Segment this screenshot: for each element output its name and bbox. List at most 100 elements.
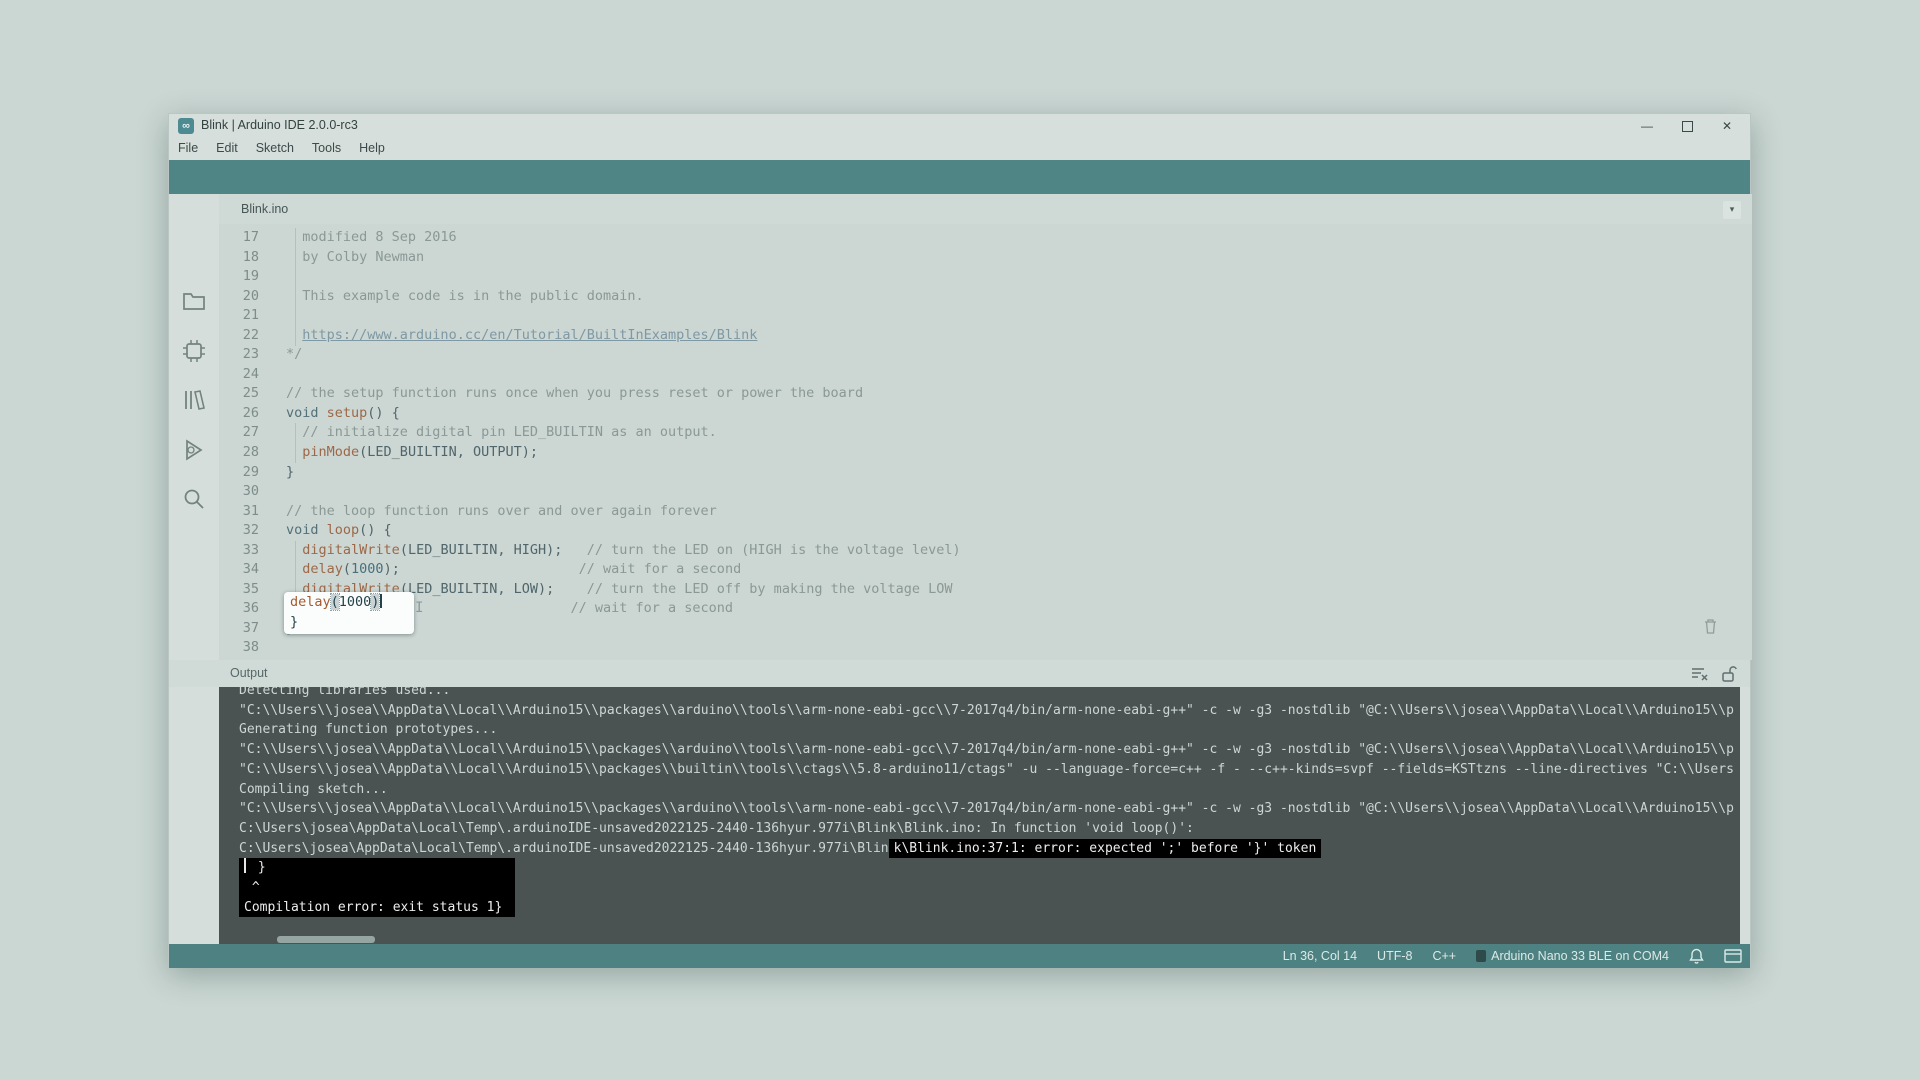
highlight-number: 1000 xyxy=(339,594,372,610)
title-bar: ∞ Blink | Arduino IDE 2.0.0-rc3 — ✕ xyxy=(169,114,1750,138)
console-line: Compilation error: exit status 1} xyxy=(239,898,1740,918)
line-number: 21 xyxy=(219,306,259,326)
code-line-37: 37} xyxy=(219,619,1752,639)
indent-guide xyxy=(295,228,296,346)
line-number: 38 xyxy=(219,638,259,658)
maximize-button[interactable] xyxy=(1667,114,1707,138)
line-number: 23 xyxy=(219,345,259,365)
code-line-21: 21 xyxy=(219,306,1752,326)
code-line-25: 25// the setup function runs once when y… xyxy=(219,384,1752,404)
line-number: 18 xyxy=(219,248,259,268)
indent-guide xyxy=(295,423,296,463)
code-line-30: 30 xyxy=(219,482,1752,502)
line-number: 17 xyxy=(219,228,259,248)
output-panel-title: Output xyxy=(230,666,268,680)
console-line: Detecting libraries used... xyxy=(239,687,1740,701)
line-number: 19 xyxy=(219,267,259,287)
line-number: 34 xyxy=(219,560,259,580)
code-line-22: 22 https://www.arduino.cc/en/Tutorial/Bu… xyxy=(219,326,1752,346)
bracket-match-close: ) xyxy=(371,594,379,610)
menu-item-tools[interactable]: Tools xyxy=(303,138,350,158)
cursor-position-status[interactable]: Ln 36, Col 14 xyxy=(1283,949,1357,963)
tab-blink-ino[interactable]: Blink.ino xyxy=(231,194,298,224)
menu-item-edit[interactable]: Edit xyxy=(207,138,247,158)
sidebar-item-debug[interactable] xyxy=(182,438,206,462)
clear-output-button[interactable] xyxy=(1691,665,1709,681)
debug-icon xyxy=(182,438,206,462)
code-line-35: 35 digitalWrite(LED_BUILTIN, LOW); // tu… xyxy=(219,580,1752,600)
line-number: 33 xyxy=(219,541,259,561)
code-line-17: 17 modified 8 Sep 2016 xyxy=(219,228,1752,248)
clear-output-icon xyxy=(1691,665,1709,681)
line-number: 29 xyxy=(219,463,259,483)
board-status[interactable]: Arduino Nano 33 BLE on COM4 xyxy=(1476,949,1669,963)
line-number: 22 xyxy=(219,326,259,346)
language-status[interactable]: C++ xyxy=(1432,949,1456,963)
mouse-ibeam-cursor: I xyxy=(415,600,423,616)
text-caret xyxy=(380,594,382,608)
code-line-31: 31// the loop function runs over and ove… xyxy=(219,502,1752,522)
code-line-34: 34 delay(1000); // wait for a second xyxy=(219,560,1752,580)
console-line: C:\Users\josea\AppData\Local\Temp\.ardui… xyxy=(239,839,1740,859)
maximize-icon xyxy=(1682,121,1693,132)
close-button[interactable]: ✕ xyxy=(1707,114,1747,138)
sidebar-item-sketchbook[interactable] xyxy=(182,289,206,313)
sidebar-item-boards-manager[interactable] xyxy=(182,339,206,363)
bell-icon xyxy=(1689,948,1704,964)
highlight-delay-call: delay xyxy=(290,594,331,610)
line-number: 30 xyxy=(219,482,259,502)
editor-tab-bar: Blink.ino xyxy=(219,194,1752,224)
line-number: 36 xyxy=(219,599,259,619)
code-line-19: 19 xyxy=(219,267,1752,287)
notifications-button[interactable] xyxy=(1689,948,1704,964)
console-line: C:\Users\josea\AppData\Local\Temp\.ardui… xyxy=(239,819,1740,839)
code-line-36: 36 delay(1000) // wait for a second xyxy=(219,599,1752,619)
tab-overflow-menu-button[interactable]: ▾ xyxy=(1723,201,1741,219)
console-line: "C:\\Users\\josea\\AppData\\Local\\Ardui… xyxy=(239,701,1740,721)
console-line: } xyxy=(239,858,1740,878)
horizontal-scrollbar-thumb[interactable] xyxy=(277,936,375,943)
library-manager-icon xyxy=(182,388,206,412)
console-line: "C:\\Users\\josea\\AppData\\Local\\Ardui… xyxy=(239,799,1740,819)
code-line-26: 26void setup() { xyxy=(219,404,1752,424)
lock-open-icon xyxy=(1721,665,1737,682)
code-line-33: 33 digitalWrite(LED_BUILTIN, HIGH); // t… xyxy=(219,541,1752,561)
code-line-18: 18 by Colby Newman xyxy=(219,248,1752,268)
code-editor[interactable]: 17 modified 8 Sep 201618 by Colby Newman… xyxy=(219,224,1752,660)
highlight-closing-brace: } xyxy=(290,614,298,630)
line-number: 20 xyxy=(219,287,259,307)
sidebar-item-search[interactable] xyxy=(182,487,206,511)
bracket-match-open: ( xyxy=(331,594,339,610)
output-console: Detecting libraries used..."C:\\Users\\j… xyxy=(219,687,1740,944)
menu-item-file[interactable]: File xyxy=(169,138,207,158)
toolbar: Arduino Nano 33 BLE at COM4 ▾ xyxy=(169,160,1750,194)
console-line: Compiling sketch... xyxy=(239,780,1740,800)
console-line: "C:\\Users\\josea\\AppData\\Local\\Ardui… xyxy=(239,760,1740,780)
sketchbook-icon xyxy=(182,289,206,313)
line-number: 26 xyxy=(219,404,259,424)
line-number: 31 xyxy=(219,502,259,522)
arduino-app-icon: ∞ xyxy=(178,118,194,134)
menu-item-help[interactable]: Help xyxy=(350,138,394,158)
line-number: 25 xyxy=(219,384,259,404)
code-line-23: 23*/ xyxy=(219,345,1752,365)
activity-sidebar xyxy=(169,194,220,944)
menu-item-sketch[interactable]: Sketch xyxy=(247,138,303,158)
board-chip-icon xyxy=(1476,950,1486,962)
panel-layout-icon xyxy=(1724,949,1742,963)
code-line-24: 24 xyxy=(219,365,1752,385)
toggle-panel-button[interactable] xyxy=(1724,949,1742,963)
status-bar: Ln 36, Col 14 UTF-8 C++ Arduino Nano 33 … xyxy=(169,944,1750,968)
scroll-lock-button[interactable] xyxy=(1721,665,1737,682)
editor-rows: 17 modified 8 Sep 201618 by Colby Newman… xyxy=(219,228,1752,658)
line-number: 37 xyxy=(219,619,259,639)
minimize-button[interactable]: — xyxy=(1627,114,1667,138)
code-line-29: 29} xyxy=(219,463,1752,483)
trash-icon[interactable] xyxy=(1704,619,1717,634)
line-number: 32 xyxy=(219,521,259,541)
console-line: Generating function prototypes... xyxy=(239,720,1740,740)
sidebar-item-library-manager[interactable] xyxy=(182,388,206,412)
window-title: Blink | Arduino IDE 2.0.0-rc3 xyxy=(201,118,358,132)
line-number: 24 xyxy=(219,365,259,385)
encoding-status[interactable]: UTF-8 xyxy=(1377,949,1412,963)
